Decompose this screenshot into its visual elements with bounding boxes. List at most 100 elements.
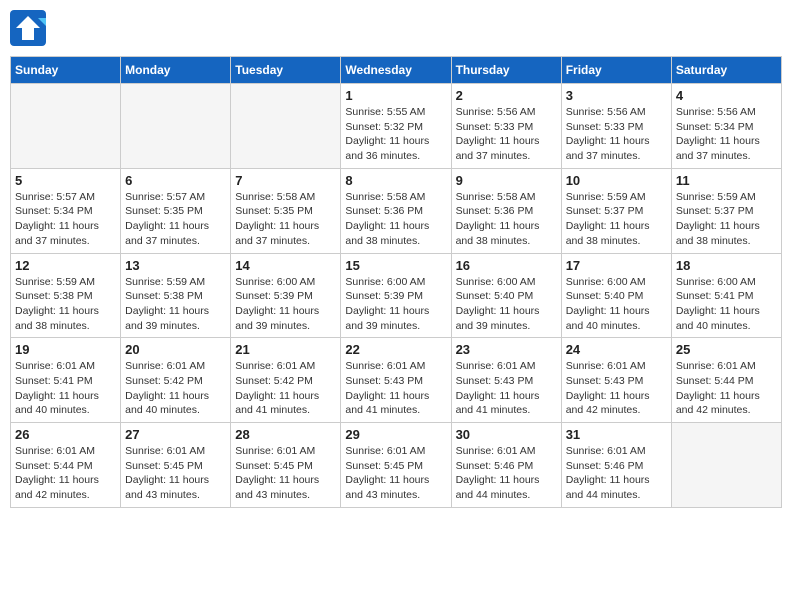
calendar-cell: 29 Sunrise: 6:01 AMSunset: 5:45 PMDayligh… — [341, 423, 451, 508]
calendar-cell: 4Sunrise: 5:56 AMSunset: 5:34 PMDaylight… — [671, 84, 781, 169]
cell-info: Sunrise: 6:00 AMSunset: 5:39 PMDaylight:… — [345, 275, 446, 334]
cell-info: Sunrise: 6:00 AMSunset: 5:39 PMDaylight:… — [235, 275, 336, 334]
cell-date: 13 — [125, 258, 226, 273]
cell-info: Sunrise: 5:59 AMSunset: 5:38 PMDaylight:… — [15, 275, 116, 334]
calendar-cell: 28Sunrise: 6:01 AMSunset: 5:45 PMDayligh… — [231, 423, 341, 508]
calendar-cell — [671, 423, 781, 508]
calendar-cell: 11 Sunrise: 5:59 AMSunset: 5:37 PMDayligh… — [671, 168, 781, 253]
cell-info: Sunrise: 6:01 AMSunset: 5:46 PMDaylight:… — [456, 444, 557, 503]
cell-info: Sunrise: 6:01 AMSunset: 5:45 PMDaylight:… — [345, 444, 446, 503]
cell-date: 15 — [345, 258, 446, 273]
cell-info: Sunrise: 6:01 AMSunset: 5:45 PMDaylight:… — [125, 444, 226, 503]
calendar-cell: 13 Sunrise: 5:59 AMSunset: 5:38 PMDayligh… — [121, 253, 231, 338]
cell-date: 21 — [235, 342, 336, 357]
cell-info: Sunrise: 6:01 AMSunset: 5:44 PMDaylight:… — [676, 359, 777, 418]
calendar-week-row: 5 Sunrise: 5:57 AMSunset: 5:34 PMDaylight… — [11, 168, 782, 253]
cell-date: 25 — [676, 342, 777, 357]
calendar-table: SundayMondayTuesdayWednesdayThursdayFrid… — [10, 56, 782, 508]
calendar-cell: 19 Sunrise: 6:01 AMSunset: 5:41 PMDayligh… — [11, 338, 121, 423]
cell-info: Sunrise: 6:00 AMSunset: 5:40 PMDaylight:… — [566, 275, 667, 334]
cell-info: Sunrise: 6:01 AMSunset: 5:41 PMDaylight:… — [15, 359, 116, 418]
cell-info: Sunrise: 5:59 AMSunset: 5:38 PMDaylight:… — [125, 275, 226, 334]
calendar-cell: 7Sunrise: 5:58 AMSunset: 5:35 PMDaylight… — [231, 168, 341, 253]
cell-info: Sunrise: 5:59 AMSunset: 5:37 PMDaylight:… — [676, 190, 777, 249]
cell-date: 16 — [456, 258, 557, 273]
cell-date: 19 — [15, 342, 116, 357]
calendar-cell: 16 Sunrise: 6:00 AMSunset: 5:40 PMDayligh… — [451, 253, 561, 338]
calendar-cell: 10 Sunrise: 5:59 AMSunset: 5:37 PMDayligh… — [561, 168, 671, 253]
calendar-cell: 22 Sunrise: 6:01 AMSunset: 5:43 PMDayligh… — [341, 338, 451, 423]
cell-info: Sunrise: 5:58 AMSunset: 5:36 PMDaylight:… — [345, 190, 446, 249]
cell-info: Sunrise: 5:55 AMSunset: 5:32 PMDaylight:… — [345, 105, 446, 164]
calendar-day-header: Friday — [561, 57, 671, 84]
calendar-cell: 12 Sunrise: 5:59 AMSunset: 5:38 PMDayligh… — [11, 253, 121, 338]
cell-info: Sunrise: 6:01 AMSunset: 5:42 PMDaylight:… — [125, 359, 226, 418]
cell-date: 24 — [566, 342, 667, 357]
cell-info: Sunrise: 6:01 AMSunset: 5:43 PMDaylight:… — [456, 359, 557, 418]
calendar-cell: 23 Sunrise: 6:01 AMSunset: 5:43 PMDayligh… — [451, 338, 561, 423]
cell-date: 2 — [456, 88, 557, 103]
page: SundayMondayTuesdayWednesdayThursdayFrid… — [0, 0, 792, 612]
cell-info: Sunrise: 5:57 AMSunset: 5:34 PMDaylight:… — [15, 190, 116, 249]
cell-info: Sunrise: 6:01 AMSunset: 5:42 PMDaylight:… — [235, 359, 336, 418]
calendar-cell: 17 Sunrise: 6:00 AMSunset: 5:40 PMDayligh… — [561, 253, 671, 338]
calendar-day-header: Saturday — [671, 57, 781, 84]
cell-date: 6 — [125, 173, 226, 188]
cell-date: 20 — [125, 342, 226, 357]
cell-info: Sunrise: 5:59 AMSunset: 5:37 PMDaylight:… — [566, 190, 667, 249]
calendar-cell — [121, 84, 231, 169]
cell-date: 14 — [235, 258, 336, 273]
cell-date: 27 — [125, 427, 226, 442]
cell-info: Sunrise: 6:01 AMSunset: 5:43 PMDaylight:… — [345, 359, 446, 418]
cell-date: 3 — [566, 88, 667, 103]
calendar-cell: 18 Sunrise: 6:00 AMSunset: 5:41 PMDayligh… — [671, 253, 781, 338]
calendar-cell: 2 Sunrise: 5:56 AMSunset: 5:33 PMDaylight… — [451, 84, 561, 169]
calendar-day-header: Monday — [121, 57, 231, 84]
calendar-cell: 30Sunrise: 6:01 AMSunset: 5:46 PMDayligh… — [451, 423, 561, 508]
calendar-week-row: 19 Sunrise: 6:01 AMSunset: 5:41 PMDayligh… — [11, 338, 782, 423]
calendar-cell: 8 Sunrise: 5:58 AMSunset: 5:36 PMDaylight… — [341, 168, 451, 253]
cell-date: 31 — [566, 427, 667, 442]
cell-date: 12 — [15, 258, 116, 273]
calendar-cell — [11, 84, 121, 169]
cell-info: Sunrise: 6:00 AMSunset: 5:41 PMDaylight:… — [676, 275, 777, 334]
calendar-cell: 31 Sunrise: 6:01 AMSunset: 5:46 PMDayligh… — [561, 423, 671, 508]
calendar-day-header: Sunday — [11, 57, 121, 84]
calendar-week-row: 26Sunrise: 6:01 AMSunset: 5:44 PMDayligh… — [11, 423, 782, 508]
cell-date: 10 — [566, 173, 667, 188]
cell-date: 23 — [456, 342, 557, 357]
cell-date: 29 — [345, 427, 446, 442]
calendar-cell: 14 Sunrise: 6:00 AMSunset: 5:39 PMDayligh… — [231, 253, 341, 338]
calendar-cell — [231, 84, 341, 169]
cell-info: Sunrise: 6:01 AMSunset: 5:43 PMDaylight:… — [566, 359, 667, 418]
cell-date: 11 — [676, 173, 777, 188]
cell-info: Sunrise: 5:58 AMSunset: 5:36 PMDaylight:… — [456, 190, 557, 249]
cell-date: 18 — [676, 258, 777, 273]
cell-date: 8 — [345, 173, 446, 188]
cell-date: 22 — [345, 342, 446, 357]
cell-info: Sunrise: 5:58 AMSunset: 5:35 PMDaylight:… — [235, 190, 336, 249]
calendar-day-header: Thursday — [451, 57, 561, 84]
logo-icon — [10, 10, 46, 46]
logo — [10, 10, 46, 46]
calendar-cell: 20 Sunrise: 6:01 AMSunset: 5:42 PMDayligh… — [121, 338, 231, 423]
cell-date: 1 — [345, 88, 446, 103]
cell-date: 5 — [15, 173, 116, 188]
calendar-week-row: 1 Sunrise: 5:55 AMSunset: 5:32 PMDaylight… — [11, 84, 782, 169]
calendar-cell: 27 Sunrise: 6:01 AMSunset: 5:45 PMDayligh… — [121, 423, 231, 508]
header — [10, 10, 782, 46]
calendar-cell: 6Sunrise: 5:57 AMSunset: 5:35 PMDaylight… — [121, 168, 231, 253]
calendar-week-row: 12 Sunrise: 5:59 AMSunset: 5:38 PMDayligh… — [11, 253, 782, 338]
cell-date: 28 — [235, 427, 336, 442]
calendar-header-row: SundayMondayTuesdayWednesdayThursdayFrid… — [11, 57, 782, 84]
calendar-cell: 26Sunrise: 6:01 AMSunset: 5:44 PMDayligh… — [11, 423, 121, 508]
calendar-cell: 25 Sunrise: 6:01 AMSunset: 5:44 PMDayligh… — [671, 338, 781, 423]
cell-date: 9 — [456, 173, 557, 188]
cell-info: Sunrise: 6:01 AMSunset: 5:46 PMDaylight:… — [566, 444, 667, 503]
calendar-cell: 9 Sunrise: 5:58 AMSunset: 5:36 PMDaylight… — [451, 168, 561, 253]
calendar-day-header: Wednesday — [341, 57, 451, 84]
cell-date: 17 — [566, 258, 667, 273]
cell-info: Sunrise: 6:00 AMSunset: 5:40 PMDaylight:… — [456, 275, 557, 334]
cell-info: Sunrise: 5:56 AMSunset: 5:33 PMDaylight:… — [456, 105, 557, 164]
calendar-cell: 1 Sunrise: 5:55 AMSunset: 5:32 PMDaylight… — [341, 84, 451, 169]
